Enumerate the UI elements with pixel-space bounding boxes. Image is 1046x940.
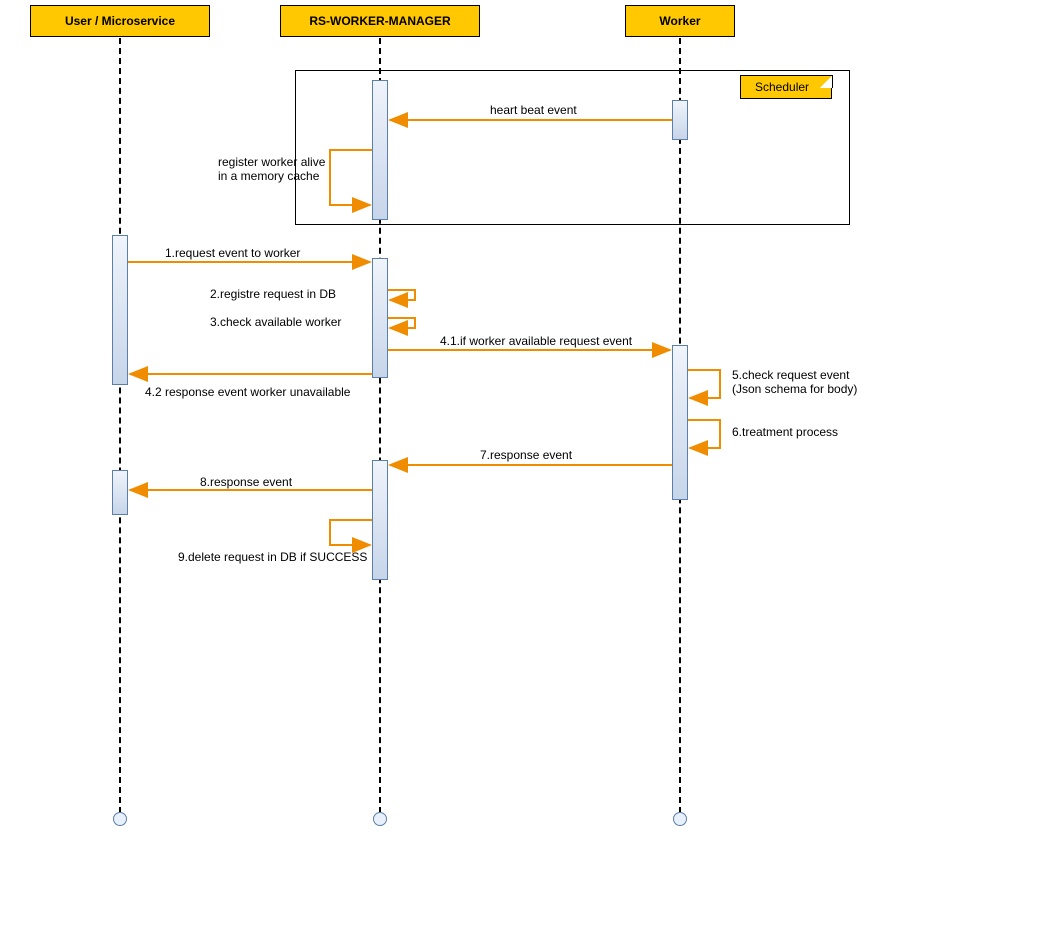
label-m6: 6.treatment process — [732, 425, 838, 439]
participant-worker: Worker — [625, 5, 735, 37]
label-m4-1: 4.1.if worker available request event — [440, 334, 632, 348]
label-register-cache: register worker alive in a memory cache — [218, 155, 358, 183]
lifeline-end-worker — [673, 812, 687, 826]
participant-user: User / Microservice — [30, 5, 210, 37]
frame-scheduler-tag-label: Scheduler — [755, 80, 809, 94]
label-m8: 8.response event — [200, 475, 292, 489]
label-m2: 2.registre request in DB — [210, 287, 336, 301]
label-m4-2: 4.2 response event worker unavailable — [145, 385, 350, 399]
activation-worker-heartbeat — [672, 100, 688, 140]
activation-manager-main — [372, 258, 388, 378]
activation-user-response — [112, 470, 128, 515]
participant-manager: RS-WORKER-MANAGER — [280, 5, 480, 37]
label-m1: 1.request event to worker — [165, 246, 300, 260]
label-m9: 9.delete request in DB if SUCCESS — [178, 550, 367, 564]
participant-manager-label: RS-WORKER-MANAGER — [309, 14, 450, 28]
activation-user-main — [112, 235, 128, 385]
participant-worker-label: Worker — [659, 14, 700, 28]
label-heartbeat: heart beat event — [490, 103, 577, 117]
sequence-diagram: User / Microservice RS-WORKER-MANAGER Wo… — [0, 0, 1046, 940]
frame-tag-fold-icon — [820, 75, 833, 88]
label-m3: 3.check available worker — [210, 315, 341, 329]
participant-user-label: User / Microservice — [65, 14, 175, 28]
lifeline-end-user — [113, 812, 127, 826]
label-m5: 5.check request event (Json schema for b… — [732, 368, 882, 396]
activation-manager-response — [372, 460, 388, 580]
lifeline-end-manager — [373, 812, 387, 826]
frame-scheduler-tag: Scheduler — [740, 75, 832, 99]
label-m7: 7.response event — [480, 448, 572, 462]
activation-worker-main — [672, 345, 688, 500]
activation-manager-heartbeat — [372, 80, 388, 220]
lifeline-user — [119, 38, 121, 813]
